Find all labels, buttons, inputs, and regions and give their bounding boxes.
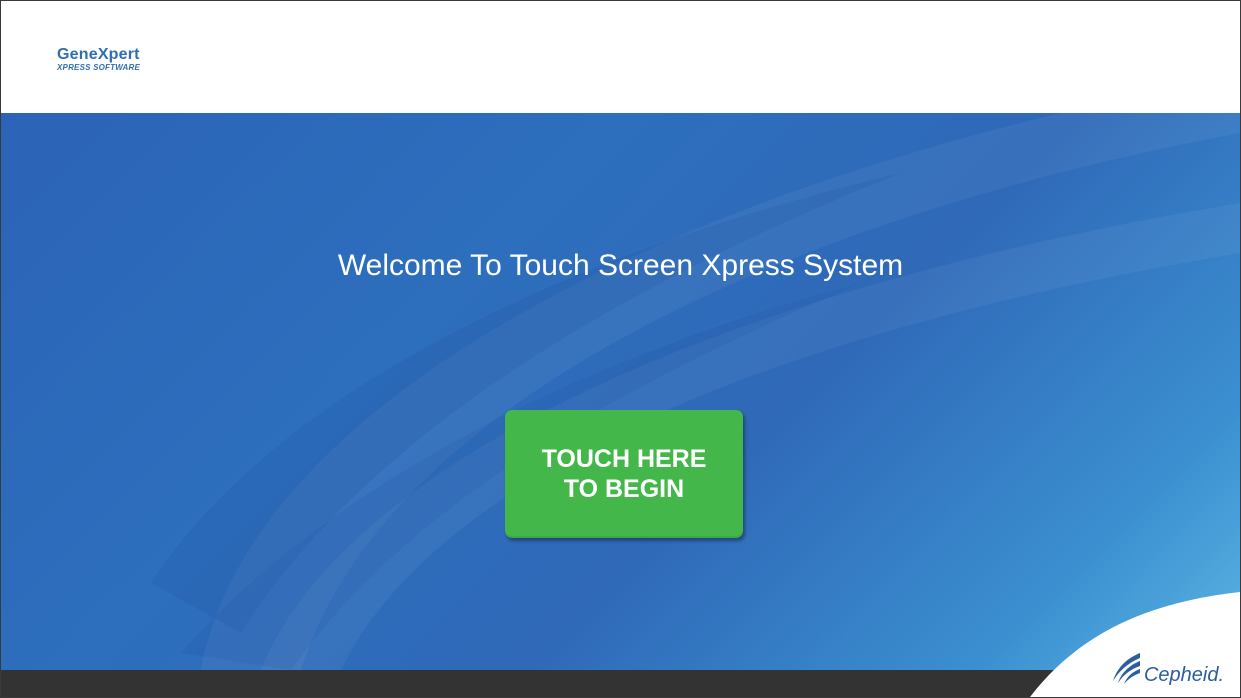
logo-main-text: GeneXpert [57, 46, 140, 63]
begin-button-label: TOUCH HERE TO BEGIN [541, 445, 707, 503]
logo-sub-text: XPRESS SOFTWARE [57, 63, 141, 72]
cepheid-logo: Cepheid. [1110, 651, 1224, 685]
welcome-message: Welcome To Touch Screen Xpress System [337, 249, 904, 282]
app-window: GeneXpert XPRESS SOFTWARE Welcome To Tou… [0, 0, 1241, 698]
cepheid-swoosh-icon [1112, 653, 1140, 684]
touch-to-begin-button[interactable]: TOUCH HERE TO BEGIN [505, 410, 743, 538]
cepheid-brand-text: Cepheid. [1143, 664, 1224, 686]
header: GeneXpert XPRESS SOFTWARE [1, 1, 1240, 113]
genexpert-logo: GeneXpert XPRESS SOFTWARE [57, 47, 140, 72]
